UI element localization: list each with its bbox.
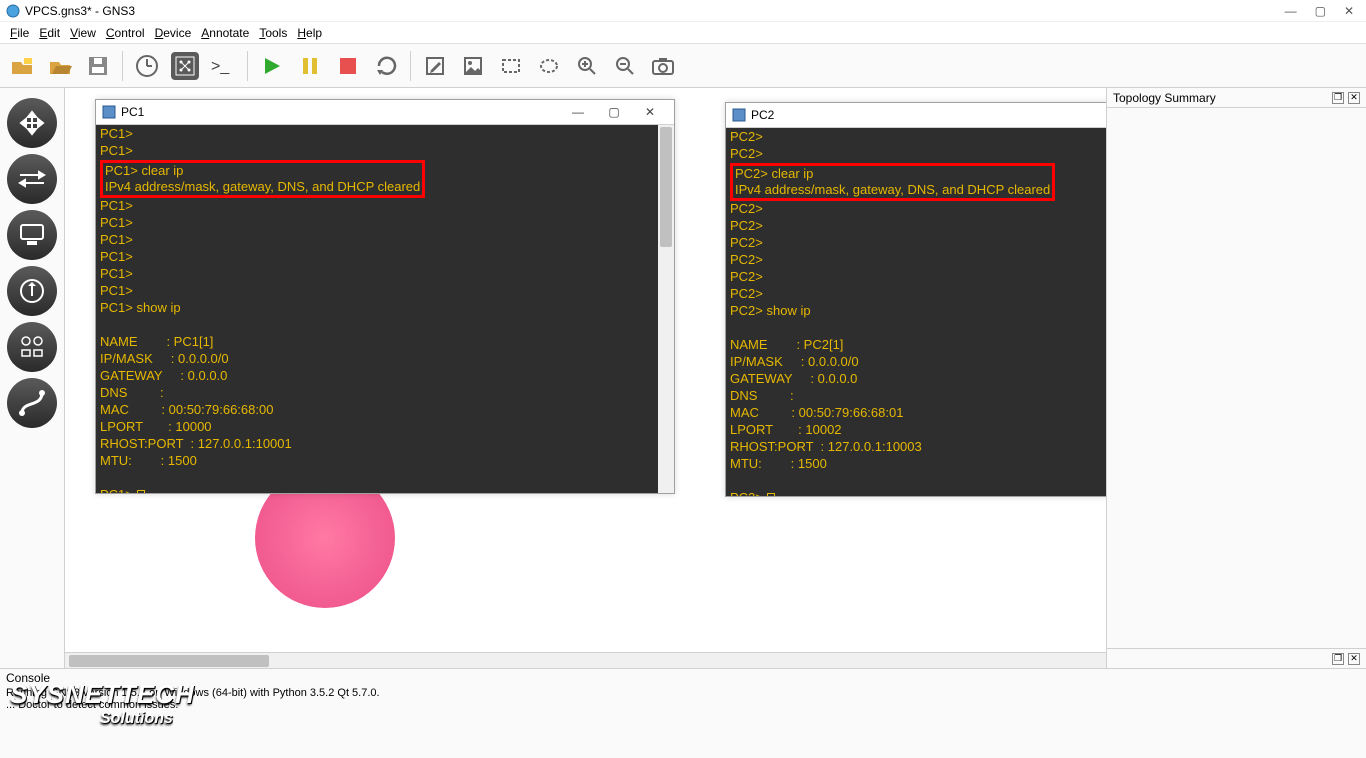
terminal-output[interactable]: PC1> PC1> PC1> clear ip IPv4 address/mas… <box>96 125 674 493</box>
console-line: ... Doctor to detect common issues. <box>6 699 1360 711</box>
terminal-title: PC2 <box>751 108 1106 122</box>
console-title: Console <box>6 671 1360 685</box>
device-toolbar <box>0 88 65 668</box>
console-panel: Console Running GNS3 version 1.5.3 on Wi… <box>0 668 1366 758</box>
terminal-icon <box>732 108 746 122</box>
panel-title: Topology Summary <box>1113 91 1216 105</box>
zoom-in-icon[interactable] <box>573 52 601 80</box>
zoom-out-icon[interactable] <box>611 52 639 80</box>
terminal-icon <box>102 105 116 119</box>
terminal-titlebar[interactable]: PC2 — ▢ ✕ <box>726 103 1106 128</box>
new-project-icon[interactable] <box>8 52 36 80</box>
console-icon[interactable]: >_ <box>209 52 237 80</box>
toolbar: >_ <box>0 44 1366 88</box>
pause-all-icon[interactable] <box>296 52 324 80</box>
terminal-close-icon[interactable]: ✕ <box>632 105 668 119</box>
svg-text:>_: >_ <box>211 58 230 75</box>
end-devices-icon[interactable] <box>7 210 57 260</box>
menu-control[interactable]: Control <box>102 24 149 42</box>
app-icon <box>6 4 20 18</box>
terminal-title: PC1 <box>121 105 560 119</box>
panel-undock-icon[interactable]: ❐ <box>1332 92 1344 104</box>
annotate-image-icon[interactable] <box>459 52 487 80</box>
right-panel: Topology Summary ❐ ✕ ❐ ✕ <box>1106 88 1366 668</box>
menu-annotate[interactable]: Annotate <box>197 24 253 42</box>
highlighted-command: PC2> clear ip IPv4 address/mask, gateway… <box>730 163 1055 201</box>
all-devices-icon[interactable] <box>7 322 57 372</box>
routers-icon[interactable] <box>7 98 57 148</box>
switches-icon[interactable] <box>7 154 57 204</box>
panel-close-icon[interactable]: ✕ <box>1348 653 1360 665</box>
menu-tools[interactable]: Tools <box>255 24 291 42</box>
terminal-maximize-icon[interactable]: ▢ <box>596 105 632 119</box>
canvas-scrollbar-h[interactable] <box>65 652 1106 668</box>
menu-file[interactable]: File <box>6 24 33 42</box>
menu-edit[interactable]: Edit <box>35 24 64 42</box>
terminal-titlebar[interactable]: PC1 — ▢ ✕ <box>96 100 674 125</box>
topology-canvas[interactable]: 192 PC1 — ▢ ✕ PC1> PC1> PC1> clear ip IP… <box>65 88 1106 652</box>
stop-all-icon[interactable] <box>334 52 362 80</box>
snapshot-icon[interactable] <box>133 52 161 80</box>
menubar: File Edit View Control Device Annotate T… <box>0 22 1366 44</box>
window-maximize-icon[interactable]: ▢ <box>1315 4 1326 18</box>
security-icon[interactable] <box>7 266 57 316</box>
app-titlebar: VPCS.gns3* - GNS3 — ▢ ✕ <box>0 0 1366 22</box>
open-project-icon[interactable] <box>46 52 74 80</box>
highlighted-command: PC1> clear ip IPv4 address/mask, gateway… <box>100 160 425 198</box>
add-link-icon[interactable] <box>7 378 57 428</box>
save-project-icon[interactable] <box>84 52 112 80</box>
app-title: VPCS.gns3* - GNS3 <box>25 4 1285 18</box>
panel-undock-icon[interactable]: ❐ <box>1332 653 1344 665</box>
show-labels-icon[interactable] <box>171 52 199 80</box>
reload-all-icon[interactable] <box>372 52 400 80</box>
topology-summary-body <box>1107 108 1366 648</box>
menu-device[interactable]: Device <box>151 24 196 42</box>
menu-help[interactable]: Help <box>293 24 326 42</box>
cursor-icon <box>137 490 145 493</box>
terminal-output[interactable]: PC2> PC2> PC2> clear ip IPv4 address/mas… <box>726 128 1106 496</box>
terminal-scrollbar[interactable] <box>658 125 674 493</box>
annotate-ellipse-icon[interactable] <box>535 52 563 80</box>
terminal-minimize-icon[interactable]: — <box>560 105 596 119</box>
annotate-rect-icon[interactable] <box>497 52 525 80</box>
start-all-icon[interactable] <box>258 52 286 80</box>
terminal-window-pc2[interactable]: PC2 — ▢ ✕ PC2> PC2> PC2> clear ip IPv4 a… <box>725 102 1106 497</box>
annotate-note-icon[interactable] <box>421 52 449 80</box>
window-close-icon[interactable]: ✕ <box>1344 4 1354 18</box>
cursor-icon <box>767 493 775 496</box>
screenshot-icon[interactable] <box>649 52 677 80</box>
window-minimize-icon[interactable]: — <box>1285 4 1297 18</box>
console-line: Running GNS3 version 1.5.3 on Windows (6… <box>6 687 1360 699</box>
panel-close-icon[interactable]: ✕ <box>1348 92 1360 104</box>
terminal-window-pc1[interactable]: PC1 — ▢ ✕ PC1> PC1> PC1> clear ip IPv4 a… <box>95 99 675 494</box>
menu-view[interactable]: View <box>66 24 100 42</box>
